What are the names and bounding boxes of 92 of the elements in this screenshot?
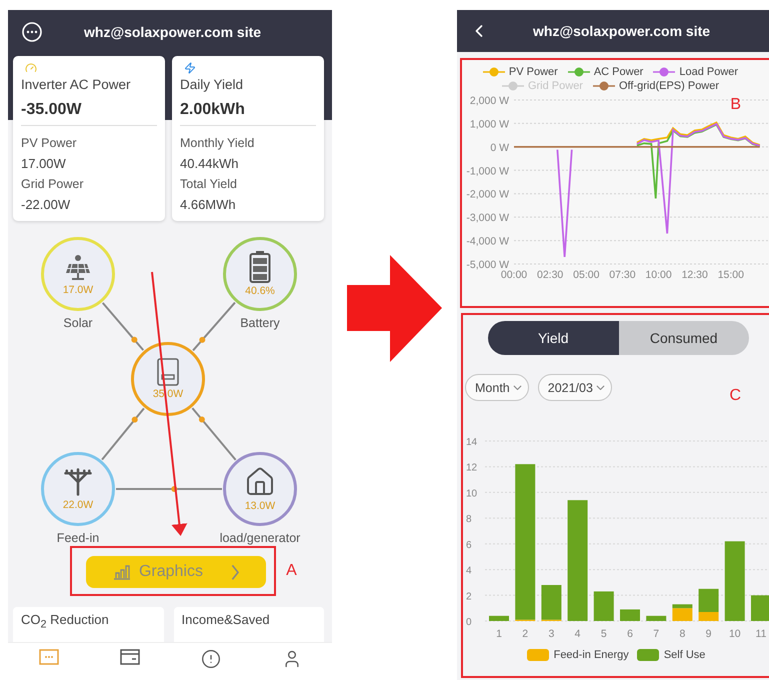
axis-label: 8 <box>466 514 472 526</box>
axis-label: 0 <box>466 617 472 628</box>
axis-label: 8 <box>679 628 686 640</box>
node-label: load/generator <box>220 530 300 545</box>
card-heading: Inverter AC Power <box>21 76 132 92</box>
house-icon <box>244 466 276 498</box>
axis-label: 0 W <box>490 142 509 154</box>
axis-label: 11 <box>756 628 766 640</box>
annotation-label: B <box>730 96 741 114</box>
legend-item: Feed-in Energy <box>526 649 629 661</box>
axis-label: 2 <box>466 591 472 602</box>
bar-segment <box>646 616 666 621</box>
screen-title: whz@solaxpower.com site <box>533 23 710 39</box>
axis-label: 10:00 <box>645 269 672 281</box>
chevron-down-icon <box>512 384 522 390</box>
battery-icon <box>249 250 271 283</box>
alert-tab-icon[interactable] <box>200 648 220 669</box>
summary-card-title: CO$_{2}$ Reduction <box>13 606 164 642</box>
metric-value: 17.00W <box>21 154 67 173</box>
axis-label: 12 <box>466 462 478 474</box>
chevron-down-icon <box>596 384 605 390</box>
axis-label: 07:30 <box>609 269 636 281</box>
screen-title: whz@solaxpower.com site <box>84 24 262 40</box>
bar-chart-icon <box>112 564 131 580</box>
axis-label: 00:00 <box>500 269 528 281</box>
axis-label: 5 <box>600 628 607 640</box>
axis-label: 05:00 <box>573 269 600 281</box>
metric-value: 4.66MWh <box>180 196 237 214</box>
summary-card-title: Income&Saved <box>174 606 324 642</box>
metric-label: Monthly Yield <box>180 134 256 152</box>
card-value: -35.00W <box>21 100 157 126</box>
axis-label: -4,000 W <box>466 236 509 248</box>
power-tower-icon <box>63 466 93 497</box>
metric-label: Grid Power <box>21 176 85 193</box>
axis-label: 6 <box>466 540 472 551</box>
legend-item[interactable]: Load Power <box>653 66 738 78</box>
annotation-label: A <box>286 562 297 580</box>
axis-label: 1 <box>496 628 502 640</box>
axis-label: -3,000 W <box>466 212 509 224</box>
legend-item[interactable]: AC Power <box>568 66 644 78</box>
axis-label: -2,000 W <box>466 188 509 201</box>
metric-value: 40.44kWh <box>180 154 240 173</box>
axis-label: 6 <box>627 628 633 640</box>
node-reading: 22.0W <box>62 498 94 511</box>
segment-tab[interactable]: Consumed <box>618 321 749 355</box>
chevron-right-icon <box>230 564 240 580</box>
axis-label: -5,000 W <box>466 259 509 271</box>
annotation-label: C <box>729 387 741 405</box>
metric-label: PV Power <box>21 134 78 152</box>
legend-item: Self Use <box>636 649 706 661</box>
right-arrow-icon <box>347 255 442 362</box>
axis-label: 15:00 <box>718 269 744 281</box>
wallet-tab-icon[interactable] <box>120 648 140 665</box>
node-label: Solar <box>63 316 93 330</box>
connector-line <box>101 407 145 460</box>
axis-label: 10 <box>728 628 741 640</box>
axis-label: 9 <box>706 628 712 640</box>
node-label: Battery <box>240 316 280 330</box>
metric-value: -22.00W <box>21 196 72 214</box>
more-menu-icon[interactable] <box>22 22 42 42</box>
bar-segment <box>620 609 640 621</box>
node-label: Feed-in <box>56 530 100 545</box>
node-reading: 13.0W <box>244 500 276 512</box>
axis-label: 10 <box>466 488 478 500</box>
connector-line <box>192 407 236 460</box>
legend-item[interactable]: PV Power <box>482 66 558 78</box>
card-heading: Daily Yield <box>180 76 244 92</box>
legend-item[interactable]: Off-grid(EPS) Power <box>592 80 720 92</box>
bar-segment <box>594 591 614 621</box>
connector-line <box>102 302 144 350</box>
node-reading: 17.0W <box>62 284 94 296</box>
bar-segment <box>751 595 769 621</box>
axis-label: 4 <box>574 628 581 640</box>
metric-label: Total Yield <box>180 176 238 193</box>
axis-label: 3 <box>548 628 554 640</box>
dropdown[interactable]: Month <box>465 374 529 401</box>
axis-label: 1,000 W <box>470 118 509 130</box>
axis-label: 02:30 <box>537 269 564 281</box>
connector-line <box>192 302 236 351</box>
node-reading: 40.6% <box>245 284 275 297</box>
axis-label: -1,000 W <box>466 165 509 178</box>
axis-label: 7 <box>653 628 660 640</box>
axis-label: 2 <box>522 628 528 640</box>
axis-label: 2,000 W <box>470 95 509 107</box>
axis-label: 12:30 <box>682 269 708 281</box>
dropdown[interactable]: 2021/03 <box>538 374 612 401</box>
axis-label: 14 <box>466 437 478 448</box>
card-value: 2.00kWh <box>180 100 316 126</box>
axis-label: 4 <box>466 566 472 577</box>
bar-segment <box>489 616 509 621</box>
inverter-icon <box>157 358 179 386</box>
segment-tab[interactable]: Yield <box>488 321 618 355</box>
